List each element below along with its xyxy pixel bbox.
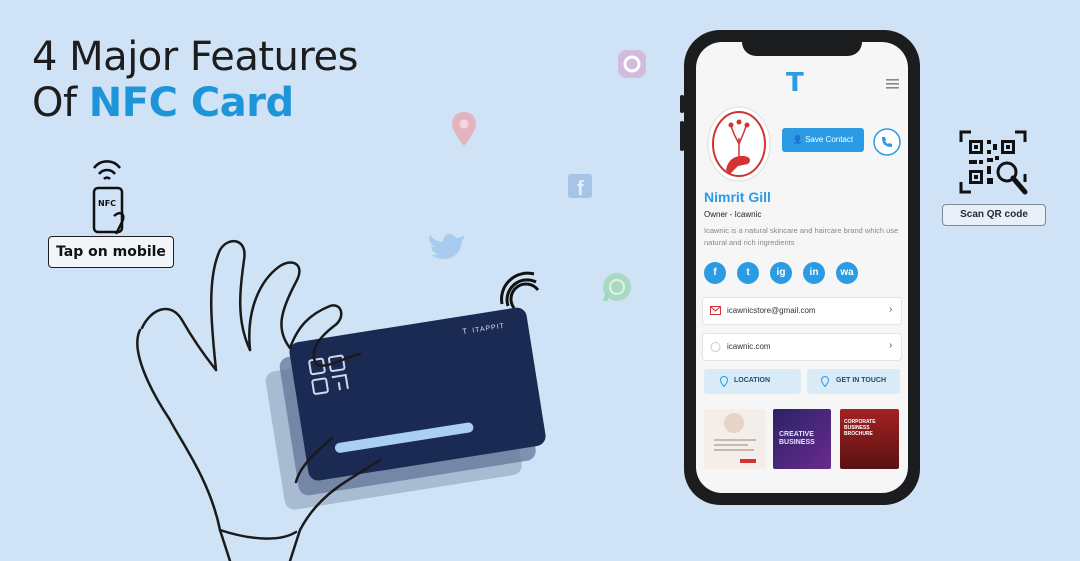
location-label: LOCATION — [734, 377, 771, 384]
headline: 4 Major Features Of NFC Card — [32, 34, 358, 126]
nfc-phone-icon: NFC — [92, 160, 125, 235]
instagram-button[interactable]: ig — [770, 262, 792, 284]
website-text: icawnic.com — [727, 342, 771, 351]
map-pin-icon — [821, 376, 829, 387]
instagram-icon — [618, 50, 646, 78]
map-pin-icon — [720, 376, 728, 387]
qr-scan-icon — [959, 130, 1028, 195]
location-button[interactable]: LOCATION — [704, 369, 801, 394]
get-in-touch-label: GET IN TOUCH — [836, 377, 887, 384]
profile-name: Nimrit Gill — [704, 189, 771, 205]
profile-bio: Icawnic is a natural skincare and hairca… — [704, 226, 899, 247]
thumbnail-title: CREATIVE BUSINESS — [779, 431, 815, 446]
location-pin-icon — [452, 112, 476, 146]
facebook-icon: f — [568, 174, 592, 200]
phone-side-buttons — [680, 95, 684, 151]
nfc-text: NFC — [98, 199, 116, 208]
globe-icon — [710, 342, 721, 352]
whatsapp-icon — [603, 273, 631, 302]
linkedin-button[interactable]: in — [803, 262, 825, 284]
headline-line-1: 4 Major Features — [32, 34, 358, 80]
avatar — [707, 106, 771, 182]
svg-text:f: f — [577, 178, 584, 200]
brochure-thumbnail-image — [714, 413, 756, 463]
chevron-right-icon: › — [889, 340, 893, 351]
user-icon: 👤 — [792, 135, 803, 144]
twitter-button[interactable]: t — [737, 262, 759, 284]
email-row[interactable]: icawnicstore@gmail.com › — [702, 297, 902, 325]
profile-title: Owner - Icawnic — [704, 210, 762, 219]
chevron-right-icon: › — [889, 304, 893, 315]
save-contact-label: Save Contact — [805, 135, 854, 144]
mail-icon — [710, 306, 721, 315]
facebook-button[interactable]: f — [704, 262, 726, 284]
gallery-thumbnail-1[interactable] — [704, 409, 766, 469]
email-text: icawnicstore@gmail.com — [727, 306, 816, 315]
website-row[interactable]: icawnic.com › — [702, 333, 902, 361]
app-logo: T — [786, 68, 804, 98]
save-contact-button[interactable]: 👤 Save Contact — [782, 128, 864, 152]
hand-holding-card-illustration: T ITAPPIT — [136, 239, 546, 561]
thumbnail-title: CORPORATE BUSINESS BROCHURE — [844, 419, 876, 437]
gallery-thumbnail-2[interactable]: CREATIVE BUSINESS — [773, 409, 831, 469]
gallery-thumbnail-3[interactable]: CORPORATE BUSINESS BROCHURE — [840, 409, 899, 469]
headline-line-2: Of NFC Card — [32, 80, 358, 126]
headline-prefix: Of — [32, 80, 77, 126]
get-in-touch-button[interactable]: GET IN TOUCH — [807, 369, 900, 394]
hamburger-menu-icon[interactable] — [886, 78, 900, 90]
whatsapp-button[interactable]: wa — [836, 262, 858, 284]
call-button[interactable] — [873, 128, 901, 156]
phone-notch — [742, 34, 862, 56]
headline-accent: NFC Card — [88, 80, 294, 126]
scan-qr-code-label: Scan QR code — [942, 204, 1046, 226]
